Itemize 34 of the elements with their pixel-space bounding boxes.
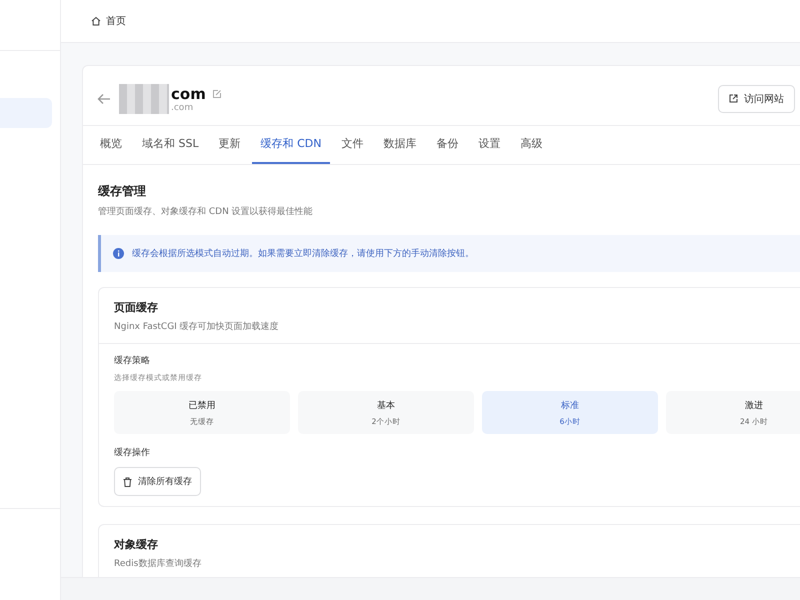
field-label: 缓存操作 — [114, 446, 151, 459]
visit-site-button[interactable]: 访问网站 — [718, 84, 795, 112]
card-title: 页面缓存 — [114, 300, 159, 315]
section-description: 管理页面缓存、对象缓存和 CDN 设置以获得最佳性能 — [98, 206, 314, 218]
tab[interactable]: 域名和 SSL — [133, 126, 208, 164]
tab[interactable]: 高级 — [511, 126, 552, 164]
card-title: 对象缓存 — [114, 537, 159, 552]
card-description: Nginx FastCGI 缓存可加快页面加载速度 — [114, 320, 280, 333]
tab[interactable]: 概览 — [91, 126, 131, 164]
edit-icon[interactable] — [212, 88, 222, 98]
info-icon — [113, 248, 124, 259]
site-domain: .com — [171, 102, 194, 112]
option-label: 已禁用 — [188, 400, 216, 412]
tab[interactable]: 缓存和 CDN — [252, 126, 330, 164]
tab[interactable]: 数据库 — [374, 126, 426, 164]
clear-cache-button[interactable]: 清除所有缓存 — [114, 467, 201, 496]
external-link-icon — [729, 94, 738, 103]
redacted-block — [119, 84, 169, 114]
back-arrow-icon[interactable] — [97, 92, 111, 104]
field-label: 缓存策略 — [114, 354, 151, 367]
option-label: 基本 — [377, 400, 395, 412]
tab[interactable]: 设置 — [469, 126, 510, 164]
trash-icon — [123, 476, 132, 486]
section-title: 缓存管理 — [98, 183, 147, 200]
tab[interactable]: 备份 — [427, 126, 468, 164]
card-description: Redis数据库查询缓存 — [114, 558, 202, 570]
home-icon — [91, 16, 101, 26]
site-title: com — [171, 84, 206, 102]
option-label: 标准 — [561, 400, 579, 412]
info-text: 缓存会根据所选模式自动过期。如果需要立即清除缓存，请使用下方的手动清除按钮。 — [132, 248, 474, 260]
tab[interactable]: 文件 — [332, 126, 372, 164]
breadcrumb-link[interactable]: 首页 — [106, 14, 126, 28]
option-label: 激进 — [745, 400, 763, 412]
tab[interactable]: 更新 — [210, 126, 250, 164]
